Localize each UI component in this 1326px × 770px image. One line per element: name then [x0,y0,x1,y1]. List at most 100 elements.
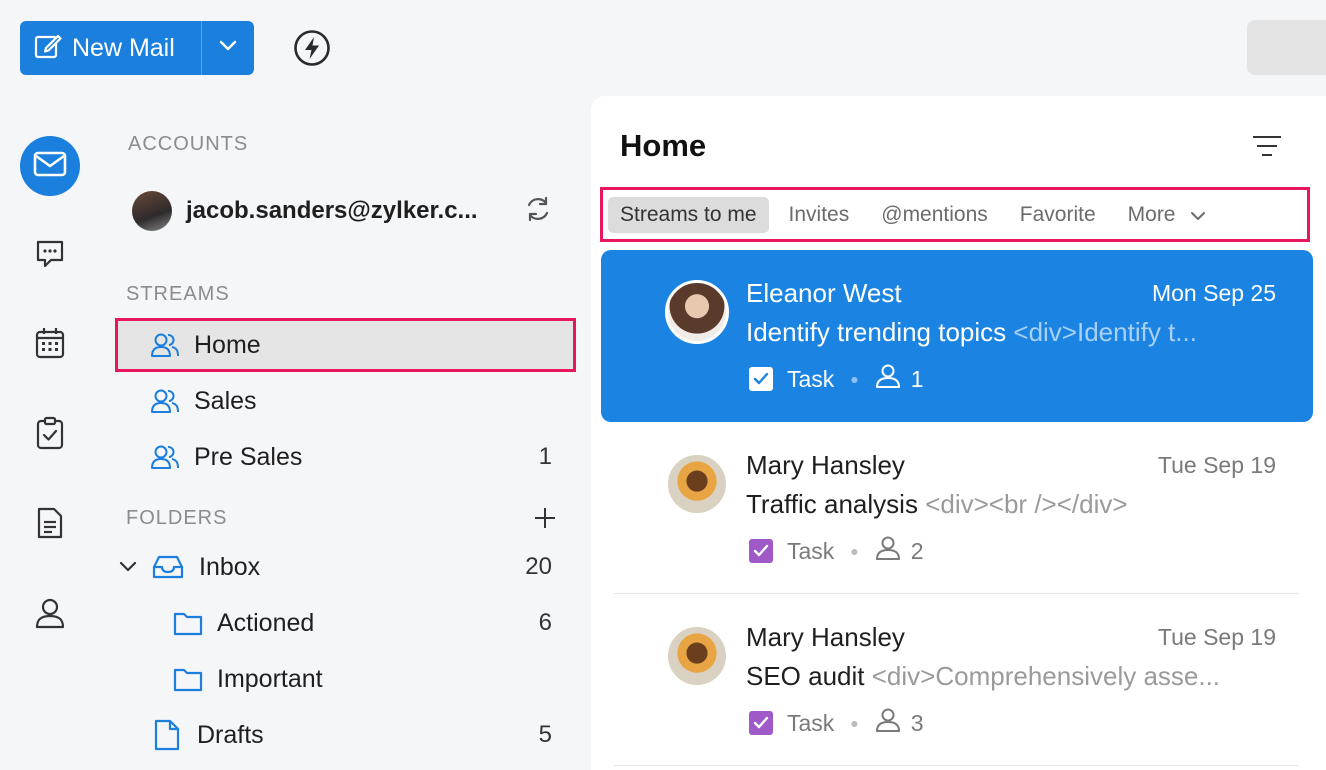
draft-document-icon [153,719,181,751]
folder-item-important[interactable]: Important [115,652,576,706]
stream-item-pre-sales[interactable]: Pre Sales 1 [115,430,576,484]
subject-preview: <div>Identify t... [1013,317,1197,347]
avatar [665,280,729,344]
message-subject: SEO audit <div>Comprehensively asse... [746,661,1286,692]
folder-count: 5 [538,721,552,748]
new-mail-button[interactable]: New Mail [20,21,201,75]
folder-label: Actioned [217,608,315,637]
person-icon [875,363,901,395]
folder-count: 6 [538,609,552,636]
assignee-count: 2 [910,537,924,564]
add-folder-icon[interactable] [533,506,557,535]
stream-tabs: Streams to me Invites @mentions Favorite… [600,187,1310,242]
avatar [132,191,172,231]
subject-text: Identify trending topics [746,317,1007,347]
message-sender: Mary Hansley [746,622,905,652]
stream-item-home[interactable]: Home [115,318,576,372]
tab-more-label: More [1127,202,1176,226]
stream-label: Pre Sales [194,442,303,471]
group-icon [150,444,180,470]
folder-count: 20 [525,553,552,580]
message-type: Task [787,365,835,392]
subject-preview: <div><br /></div> [925,489,1128,519]
stream-item-sales[interactable]: Sales [115,374,576,428]
folder-item-drafts[interactable]: Drafts 5 [115,708,576,762]
folder-label: Important [217,664,323,693]
stream-count: 1 [538,443,552,470]
rail-contacts[interactable] [20,585,80,645]
task-checkbox-icon [749,711,773,735]
task-checkbox-icon [749,367,773,391]
tab-streams-to-me[interactable]: Streams to me [608,196,769,233]
message-item[interactable]: Mary Hansley Tue Sep 19 SEO audit <div>C… [601,594,1313,766]
message-meta: Task ● 1 [749,363,924,395]
subject-preview: <div>Comprehensively asse... [871,661,1221,691]
account-row[interactable]: jacob.sanders@zylker.c... [132,191,552,231]
calendar-icon [34,326,66,365]
message-sender: Eleanor West [746,278,902,308]
assignee-count: 3 [910,709,924,736]
separator-dot: ● [850,543,859,559]
folder-label: Inbox [199,552,261,581]
rail-calendar[interactable] [20,315,80,375]
message-type: Task [787,537,835,564]
page-title: Home [620,128,707,163]
clipboard-check-icon [35,416,65,455]
filter-icon[interactable] [1252,134,1282,163]
rail-notes[interactable] [20,495,80,555]
folder-item-actioned[interactable]: Actioned 6 [115,596,576,650]
tab-more[interactable]: More [1116,197,1218,233]
lightning-icon[interactable] [292,28,332,68]
message-type: Task [787,709,835,736]
stream-label: Home [194,330,261,359]
tab-favorite[interactable]: Favorite [1008,197,1108,233]
document-icon [35,506,65,545]
search-box[interactable] [1247,20,1326,75]
compose-icon [34,32,62,65]
message-item[interactable]: Mary Hansley Tue Sep 19 Traffic analysis… [601,422,1313,594]
message-subject: Identify trending topics <div>Identify t… [746,317,1286,348]
folder-item-inbox[interactable]: Inbox 20 [115,540,576,594]
message-subject: Traffic analysis <div><br /></div> [746,489,1286,520]
chevron-down-icon[interactable] [119,561,137,573]
folder-icon [173,666,203,692]
folder-label: Drafts [197,720,264,749]
separator-dot: ● [850,371,859,387]
tab-invites[interactable]: Invites [777,197,862,233]
message-date: Mon Sep 25 [1151,280,1276,306]
task-checkbox-icon [749,539,773,563]
new-mail-dropdown-button[interactable] [202,21,254,75]
person-icon [34,596,66,635]
subject-text: SEO audit [746,661,865,691]
stream-label: Sales [194,386,257,415]
chevron-down-icon [1190,203,1206,227]
separator-dot: ● [850,715,859,731]
assignee-count: 1 [910,365,924,392]
subject-text: Traffic analysis [746,489,918,519]
person-icon [875,707,901,739]
message-meta: Task ● 2 [749,535,924,567]
divider [614,765,1299,766]
accounts-title: ACCOUNTS [128,133,249,155]
folder-icon [173,610,203,636]
group-icon [150,332,180,358]
tab-mentions[interactable]: @mentions [869,197,1000,233]
message-item[interactable]: Eleanor West Mon Sep 25 Identify trendin… [601,250,1313,422]
folders-title: FOLDERS [126,507,228,529]
chat-icon [34,238,66,275]
message-date: Tue Sep 19 [1157,624,1276,650]
message-date: Tue Sep 19 [1157,452,1276,478]
person-icon [875,535,901,567]
inbox-icon [151,553,185,581]
rail-tasks[interactable] [20,405,80,465]
avatar [665,624,729,688]
new-mail-button-group: New Mail [20,21,254,75]
group-icon [150,388,180,414]
streams-title: STREAMS [126,283,230,305]
new-mail-label: New Mail [72,33,175,62]
rail-chat[interactable] [20,226,80,286]
message-meta: Task ● 3 [749,707,924,739]
account-email: jacob.sanders@zylker.c... [186,197,478,224]
rail-mail[interactable] [20,136,80,196]
sync-icon[interactable] [524,195,552,228]
